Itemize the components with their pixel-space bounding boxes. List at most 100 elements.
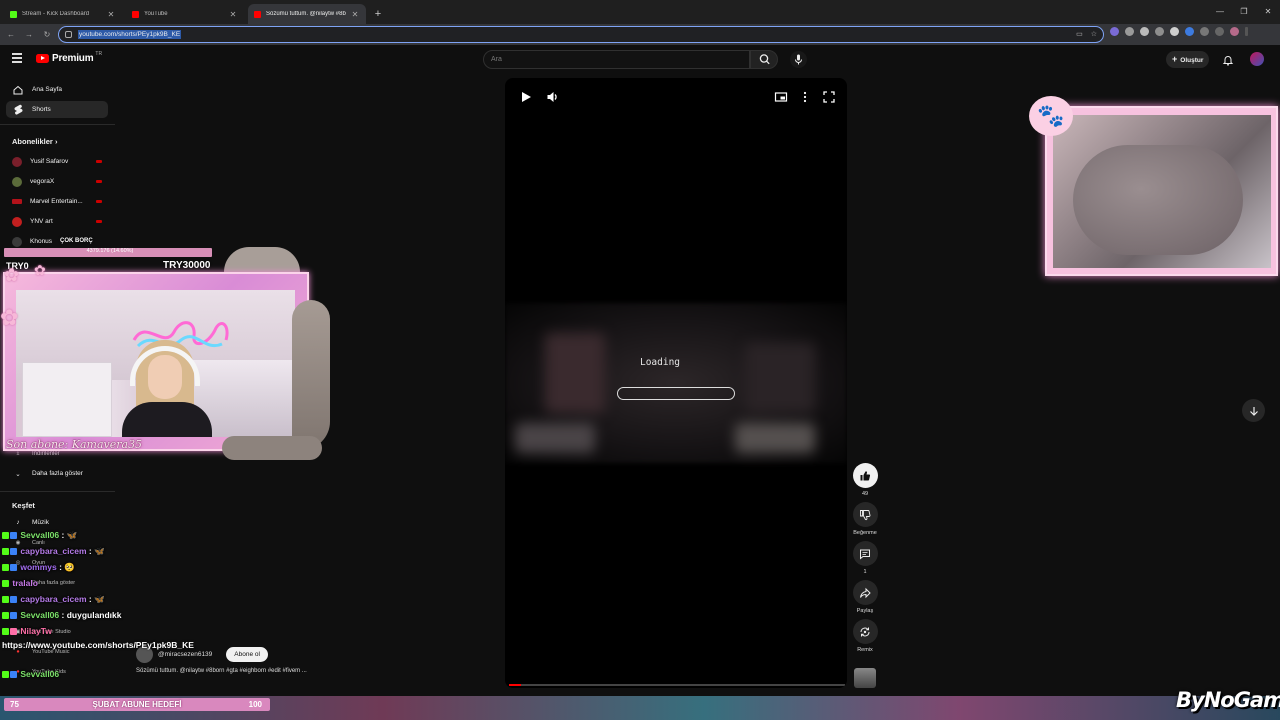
like-action[interactable]: 49 [852,463,878,497]
flower-decoration-icon: ✿ [4,265,20,285]
extension-lock-icon[interactable] [1125,27,1134,36]
video-caption[interactable]: Sözümü tuttum. @nilaytw #8born #gta #eig… [136,668,307,674]
extension-puzzle-icon[interactable] [1200,27,1209,36]
close-window-icon[interactable]: ✕ [1256,0,1280,24]
like-button[interactable] [852,463,878,488]
share-label: Paylaş [856,608,874,614]
new-tab-button[interactable]: + [370,6,386,22]
sidebar-item-home[interactable]: Ana Sayfa [6,81,108,98]
tab-close-icon[interactable]: ✕ [106,10,116,19]
site-info-icon[interactable] [65,31,72,38]
loading-text: Loading [639,357,681,368]
shorts-icon [12,104,24,116]
browser-tab-youtube[interactable]: YouTube ✕ [126,4,244,24]
search-input[interactable]: Ara [483,50,750,69]
maximize-icon[interactable]: ❐ [1232,0,1256,24]
browser-tab-shorts[interactable]: Sözümü tuttum. @nilaytw #8b ✕ [248,4,366,24]
channel-avatar [12,199,22,204]
channel-avatar [12,216,22,227]
remix-button[interactable] [852,619,878,644]
next-short-button[interactable] [1242,399,1265,422]
video-progress-fill [509,684,521,686]
dislike-action[interactable]: Beğenme [852,502,878,536]
browser-menu-icon[interactable] [1245,27,1248,36]
donation-goal-max: TRY30000 [163,260,211,271]
subscription-name: Marvel Entertain... [30,198,83,205]
paw-print-icon: 🐾 [1029,96,1073,136]
address-input[interactable]: youtube.com/shorts/PEy1pk9B_KE ▭ ☆ [58,26,1104,43]
miniplayer-icon[interactable] [774,90,788,104]
brand-watermark: ByNoGam [1176,688,1280,712]
play-icon[interactable] [519,90,533,104]
sidebar-show-more[interactable]: ⌄ Daha fazla göster [6,465,108,482]
account-avatar[interactable] [1250,52,1264,66]
reload-icon[interactable]: ↻ [40,28,54,42]
subscriptions-heading[interactable]: Abonelikler › [12,137,57,146]
notifications-bell-icon[interactable] [1222,53,1234,66]
extension-download-icon[interactable] [1215,27,1224,36]
thumbs-up-icon [860,470,871,481]
chevron-right-icon: › [54,137,58,146]
like-count: 49 [861,491,869,497]
remix-action[interactable]: Remix [852,619,878,653]
extension-circle-icon[interactable] [1170,27,1179,36]
youtube-favicon-icon [254,10,261,18]
kick-favicon-icon [10,10,17,18]
extension-shield-icon[interactable] [1155,27,1164,36]
create-button[interactable]: + Oluştur [1166,51,1210,68]
install-app-icon[interactable]: ▭ [1076,30,1083,38]
search-icon [759,54,770,65]
back-icon[interactable]: ← [4,28,18,42]
subscribe-button[interactable]: Abone ol [226,647,268,662]
region-code: TR [95,50,103,57]
dislike-button[interactable] [852,502,878,527]
explore-heading: Keşfet [12,501,35,510]
channel-handle[interactable]: @miracsezen6139 [158,651,212,658]
more-options-icon[interactable] [798,90,812,104]
fullscreen-icon[interactable] [822,90,836,104]
create-label: Oluştur [1180,57,1204,64]
subscription-item[interactable]: vegoraX [6,173,108,190]
sidebar-item-music[interactable]: ♪ Müzik [6,514,108,531]
tab-title: Sözümü tuttum. @nilaytw #8b [266,11,346,17]
url-text[interactable]: youtube.com/shorts/PEy1pk9B_KE [78,30,182,39]
audio-source-thumbnail[interactable] [852,668,878,688]
video-progress-track[interactable] [509,684,845,686]
extension-ghost-icon[interactable] [1140,27,1149,36]
chat-user: tralalo [12,578,38,588]
comments-button[interactable] [852,541,878,566]
share-button[interactable] [852,580,878,605]
extension-pen-icon[interactable] [1110,27,1119,36]
sub-goal-title: ŞUBAT ABUNE HEDEFİ [92,700,182,709]
tab-title: Stream - Kick Dashboard [22,11,90,17]
subscription-item[interactable]: Marvel Entertain... [6,193,108,210]
subscriptions-title: Abonelikler [12,137,53,146]
browser-tab-bar: Stream - Kick Dashboard ✕ YouTube ✕ Sözü… [0,0,1280,24]
subscription-name: Khonus [30,238,53,245]
browser-tab-kick[interactable]: Stream - Kick Dashboard ✕ [4,4,122,24]
youtube-premium-logo[interactable]: Premium TR [36,50,103,64]
sidebar-item-label: Müzik [32,519,49,526]
tab-close-icon[interactable]: ✕ [228,10,238,19]
subscription-item[interactable]: Yusif Safarov [6,153,108,170]
extension-blue-icon[interactable] [1185,27,1194,36]
search-button[interactable] [750,50,778,69]
profile-avatar-icon[interactable] [1230,27,1239,36]
minimize-icon[interactable]: — [1208,0,1232,24]
hamburger-menu-icon[interactable] [12,53,22,63]
chat-user: capybara_cicem [20,546,87,556]
subscription-item[interactable]: YNV art [6,213,108,230]
address-bar-row: ← → ↻ youtube.com/shorts/PEy1pk9B_KE ▭ ☆ [0,24,1280,45]
shorts-player[interactable]: Loading [505,78,847,688]
bookmark-star-icon[interactable]: ☆ [1091,30,1097,38]
omnibox-actions: ▭ ☆ [1076,30,1097,38]
share-action[interactable]: Paylaş [852,580,878,614]
debt-goal-label: ÇOK BORÇ [60,238,93,244]
voice-search-button[interactable] [790,51,807,68]
comments-action[interactable]: 1 [852,541,878,575]
sidebar-item-shorts[interactable]: Shorts [6,101,108,118]
volume-icon[interactable] [546,90,560,104]
forward-icon[interactable]: → [22,28,36,42]
video-blurred-frame [505,303,847,463]
tab-close-icon[interactable]: ✕ [350,10,360,19]
